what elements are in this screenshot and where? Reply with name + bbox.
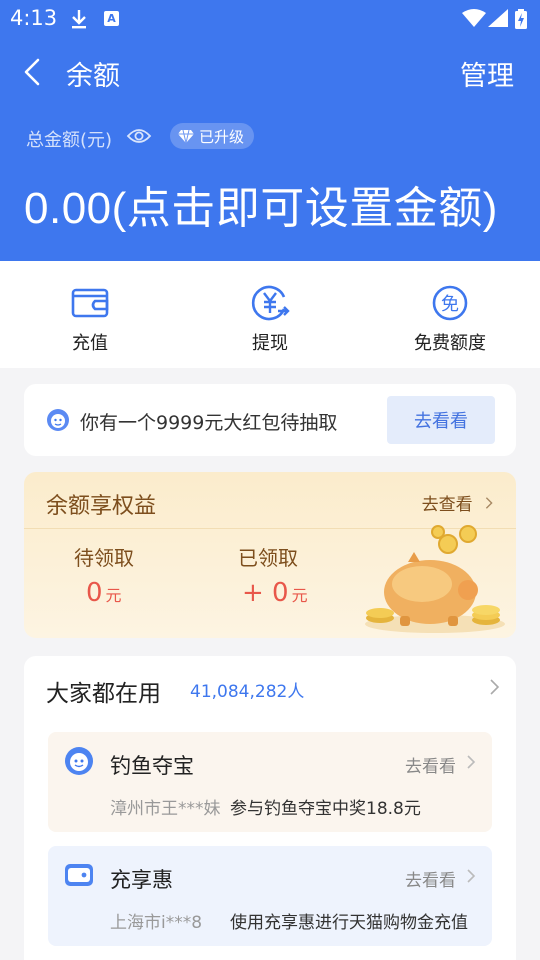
rights-view-label: 去查看 bbox=[421, 495, 473, 515]
recharge-deal-desc: 使用充享惠进行天猫购物金充值 bbox=[230, 913, 468, 933]
rights-title: 余额享权益 bbox=[46, 494, 157, 519]
red-packet-banner: 你有一个9999元大红包待抽取 去看看 bbox=[24, 384, 516, 456]
received-amount: + 0 bbox=[242, 578, 289, 608]
download-icon bbox=[72, 10, 86, 29]
piggy-bank-icon bbox=[365, 525, 505, 633]
a-notification-icon: A bbox=[104, 11, 119, 26]
list-item-recharge-deal[interactable]: 充享惠 去看看 上海市i***8 使用充享惠进行天猫购物金充值 bbox=[48, 846, 492, 946]
recharge-button[interactable]: 充值 bbox=[0, 261, 180, 368]
recharge-deal-go-label: 去看看 bbox=[405, 871, 456, 891]
free-icon: 免 bbox=[432, 285, 468, 321]
chevron-right-icon bbox=[467, 755, 476, 769]
eye-icon[interactable] bbox=[126, 126, 152, 146]
total-amount-label: 总金额(元) bbox=[26, 130, 113, 151]
battery-charging-icon bbox=[515, 9, 527, 29]
free-glyph: 免 bbox=[441, 294, 459, 315]
list-item-fishing[interactable]: 钓鱼夺宝 去看看 漳州市王***妹 参与钓鱼夺宝中奖18.8元 bbox=[48, 732, 492, 832]
fishing-icon bbox=[65, 747, 93, 775]
status-time: 4:13 bbox=[10, 6, 58, 30]
pending-label: 待领取 bbox=[74, 546, 134, 570]
diamond-icon bbox=[178, 129, 194, 143]
chevron-right-icon bbox=[485, 497, 493, 509]
balance-rights-card: 余额享权益 去查看 待领取 0元 已领取 + 0元 bbox=[24, 472, 516, 638]
free-quota-button[interactable]: 免 免费额度 bbox=[360, 261, 540, 368]
upgraded-label: 已升级 bbox=[199, 127, 245, 146]
withdraw-button[interactable]: 提现 bbox=[180, 261, 360, 368]
received-unit: 元 bbox=[291, 586, 308, 605]
upgraded-badge: 已升级 bbox=[170, 123, 255, 149]
pending-amount: 0 bbox=[86, 578, 103, 608]
recharge-label: 充值 bbox=[72, 333, 108, 354]
pending-value: 0元 bbox=[86, 578, 122, 608]
status-bar: 4:13 A bbox=[0, 0, 540, 36]
pending-unit: 元 bbox=[105, 586, 122, 605]
manage-button[interactable]: 管理 bbox=[460, 54, 514, 93]
avatar-icon bbox=[47, 409, 69, 431]
balance-amount[interactable]: 0.00(点击即可设置金额) bbox=[24, 172, 498, 236]
free-quota-label: 免费额度 bbox=[414, 333, 486, 354]
fishing-desc: 参与钓鱼夺宝中奖18.8元 bbox=[230, 799, 421, 819]
rights-view-link[interactable]: 去查看 bbox=[422, 490, 494, 515]
fishing-user: 漳州市王***妹 bbox=[110, 799, 221, 819]
signal-icon bbox=[488, 9, 508, 27]
action-row: 充值 提现 免 免费额度 bbox=[0, 261, 540, 368]
page-title: 余额 bbox=[66, 61, 120, 92]
popular-title: 大家都在用 bbox=[46, 681, 161, 707]
recharge-deal-name: 充享惠 bbox=[110, 868, 173, 892]
red-packet-text: 你有一个9999元大红包待抽取 bbox=[80, 412, 338, 434]
back-arrow-icon[interactable] bbox=[20, 56, 44, 88]
received-value: + 0元 bbox=[242, 578, 308, 608]
fishing-go-label: 去看看 bbox=[405, 757, 456, 777]
yuan-withdraw-icon bbox=[251, 285, 290, 321]
balance-header: 余额 管理 总金额(元) 已升级 0.00(点击即可设置金额) bbox=[0, 36, 540, 261]
received-label: 已领取 bbox=[238, 546, 298, 570]
chevron-right-icon[interactable] bbox=[488, 678, 502, 696]
withdraw-label: 提现 bbox=[252, 333, 288, 354]
fishing-name: 钓鱼夺宝 bbox=[110, 754, 194, 778]
red-packet-go-button[interactable]: 去看看 bbox=[387, 396, 495, 444]
chevron-right-icon bbox=[467, 869, 476, 883]
wallet-icon bbox=[71, 288, 109, 318]
card-icon bbox=[65, 864, 93, 886]
wifi-icon bbox=[462, 9, 486, 27]
popular-card: 大家都在用 41,084,282人 钓鱼夺宝 去看看 漳州市王***妹 参与钓鱼… bbox=[24, 656, 516, 960]
popular-user-count: 41,084,282人 bbox=[190, 682, 305, 702]
recharge-deal-user: 上海市i***8 bbox=[110, 913, 203, 933]
